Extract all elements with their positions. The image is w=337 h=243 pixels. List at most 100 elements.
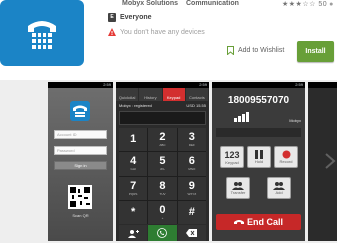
key-1[interactable]: 1: [119, 128, 148, 152]
keypad-control[interactable]: 123 Keypad: [220, 146, 244, 168]
device-warning-text: You don't have any devices: [120, 28, 205, 36]
rating: ★★★☆☆ 50 ●: [282, 0, 334, 8]
key-letters: ABC: [159, 143, 166, 148]
add-users-icon: [273, 182, 285, 190]
key-digit: 3: [188, 131, 195, 144]
key-6[interactable]: 6 MNO: [177, 152, 206, 176]
control-label: Add: [275, 190, 283, 195]
key-letters: GHI: [130, 167, 136, 172]
keypad-glyph: 123: [224, 149, 240, 160]
balance: USD 15.55: [186, 103, 206, 108]
key-5[interactable]: 5 JKL: [148, 152, 177, 176]
transfer-users-icon: [232, 182, 244, 190]
screenshot-incall[interactable]: 2:59 18009557070 Mobyx 123 Keypad Hold R…: [212, 82, 305, 241]
app-icon: [0, 0, 84, 66]
key-letters: MNO: [188, 167, 196, 172]
key-digit: 5: [159, 155, 166, 168]
qr-icon: [70, 187, 90, 207]
key-letters: WXYZ: [187, 191, 197, 196]
warning-icon: [108, 28, 116, 36]
developer-link[interactable]: Mobyx Solutions: [122, 0, 178, 7]
transfer-control[interactable]: Transfer: [226, 177, 250, 199]
install-button[interactable]: Install: [297, 41, 334, 62]
key-4[interactable]: 4 GHI: [119, 152, 148, 176]
pause-icon: [255, 150, 263, 159]
tab-history[interactable]: History: [139, 88, 163, 101]
call-button[interactable]: [148, 225, 177, 241]
key-3[interactable]: 3 DEF: [177, 128, 206, 152]
key-7[interactable]: 7 PQRS: [119, 176, 148, 200]
backspace-button[interactable]: [177, 225, 206, 241]
device-warning: You don't have any devices: [108, 27, 205, 37]
qr-label: Scan QR: [72, 213, 89, 218]
key-digit: 6: [188, 155, 195, 168]
key-letters: +: [161, 215, 164, 220]
signal-bars-icon: [216, 112, 301, 137]
hangup-icon: [233, 220, 244, 224]
key-hash[interactable]: #: [177, 200, 206, 224]
number-display[interactable]: [119, 111, 206, 125]
phone-logo-icon: [28, 21, 56, 49]
tab-contacts[interactable]: Contacts: [186, 88, 209, 101]
key-star[interactable]: *: [119, 200, 148, 224]
end-call-button[interactable]: End Call: [216, 214, 301, 230]
bookmark-icon: [227, 46, 234, 55]
record-control[interactable]: Record: [274, 146, 298, 168]
key-8[interactable]: 8 TUV: [148, 176, 177, 200]
key-digit: 0: [159, 203, 166, 216]
qr-code[interactable]: [68, 185, 92, 209]
hold-control[interactable]: Hold: [247, 146, 271, 168]
category-link[interactable]: Communication: [186, 0, 239, 7]
key-digit: 2: [159, 131, 166, 144]
signin-button[interactable]: Sign in: [54, 161, 107, 170]
key-letters: TUV: [159, 191, 166, 196]
chevron-right-icon[interactable]: [324, 152, 336, 170]
screenshot-dialpad[interactable]: 2:59 Quickdial History Keypad Contacts M…: [116, 82, 209, 241]
tab-keypad[interactable]: Keypad: [162, 88, 186, 101]
dial-pad: 1 2 ABC 3 DEF 4 GHI 5 JKL 6 MNO 7 PQRS 8 TUV 9W…: [119, 128, 206, 224]
password-field[interactable]: Password: [54, 146, 107, 155]
key-digit: 8: [159, 179, 166, 192]
control-label: Transfer: [230, 190, 246, 195]
key-letters: DEF: [188, 143, 195, 148]
key-9[interactable]: 9 WXYZ: [177, 176, 206, 200]
record-icon: [282, 150, 290, 159]
rating-stars: ★★★☆☆: [282, 1, 316, 8]
phone-icon: [157, 228, 168, 238]
backspace-icon: [186, 229, 198, 237]
key-digit: 9: [188, 179, 195, 192]
status-time: 2:59: [103, 82, 111, 87]
account-status: Mobyx : registered USD 15.55: [116, 102, 209, 109]
key-digit: 7: [130, 179, 137, 192]
key-digit: *: [131, 205, 136, 218]
provider-brand: Mobyx: [289, 118, 301, 123]
content-rating-label: Everyone: [120, 13, 152, 21]
key-2[interactable]: 2 ABC: [148, 128, 177, 152]
wishlist-button[interactable]: Add to Wishlist: [227, 46, 284, 55]
add-contact-button[interactable]: [119, 225, 148, 241]
key-letters: JKL: [159, 167, 166, 172]
account-label: Mobyx : registered: [119, 103, 152, 108]
add-call-control[interactable]: Add: [267, 177, 291, 199]
tab-quickdial[interactable]: Quickdial: [116, 88, 140, 101]
wishlist-label: Add to Wishlist: [238, 47, 285, 54]
dialer-actions: [119, 225, 206, 241]
key-letters: PQRS: [128, 191, 138, 196]
screenshot-login[interactable]: 2:59 Account ID Password Sign in Scan QR: [48, 82, 113, 241]
end-call-label: End Call: [246, 217, 283, 227]
add-contact-icon: [127, 229, 139, 238]
control-label: Keypad: [225, 159, 239, 165]
status-time: 2:59: [295, 82, 303, 87]
developer-line: Mobyx Solutions Communication: [122, 0, 239, 7]
status-bar: [308, 82, 337, 88]
content-rating: E Everyone: [108, 12, 152, 22]
status-bar: 2:59: [48, 82, 113, 88]
status-bar: 2:59: [212, 82, 305, 88]
key-0[interactable]: 0 +: [148, 200, 177, 224]
rating-count: 50: [318, 1, 328, 8]
control-label: Hold: [254, 159, 264, 164]
control-label: Record: [279, 159, 293, 164]
phone-logo-icon: [70, 101, 90, 121]
esrb-icon: E: [108, 12, 116, 22]
account-field[interactable]: Account ID: [54, 130, 107, 139]
